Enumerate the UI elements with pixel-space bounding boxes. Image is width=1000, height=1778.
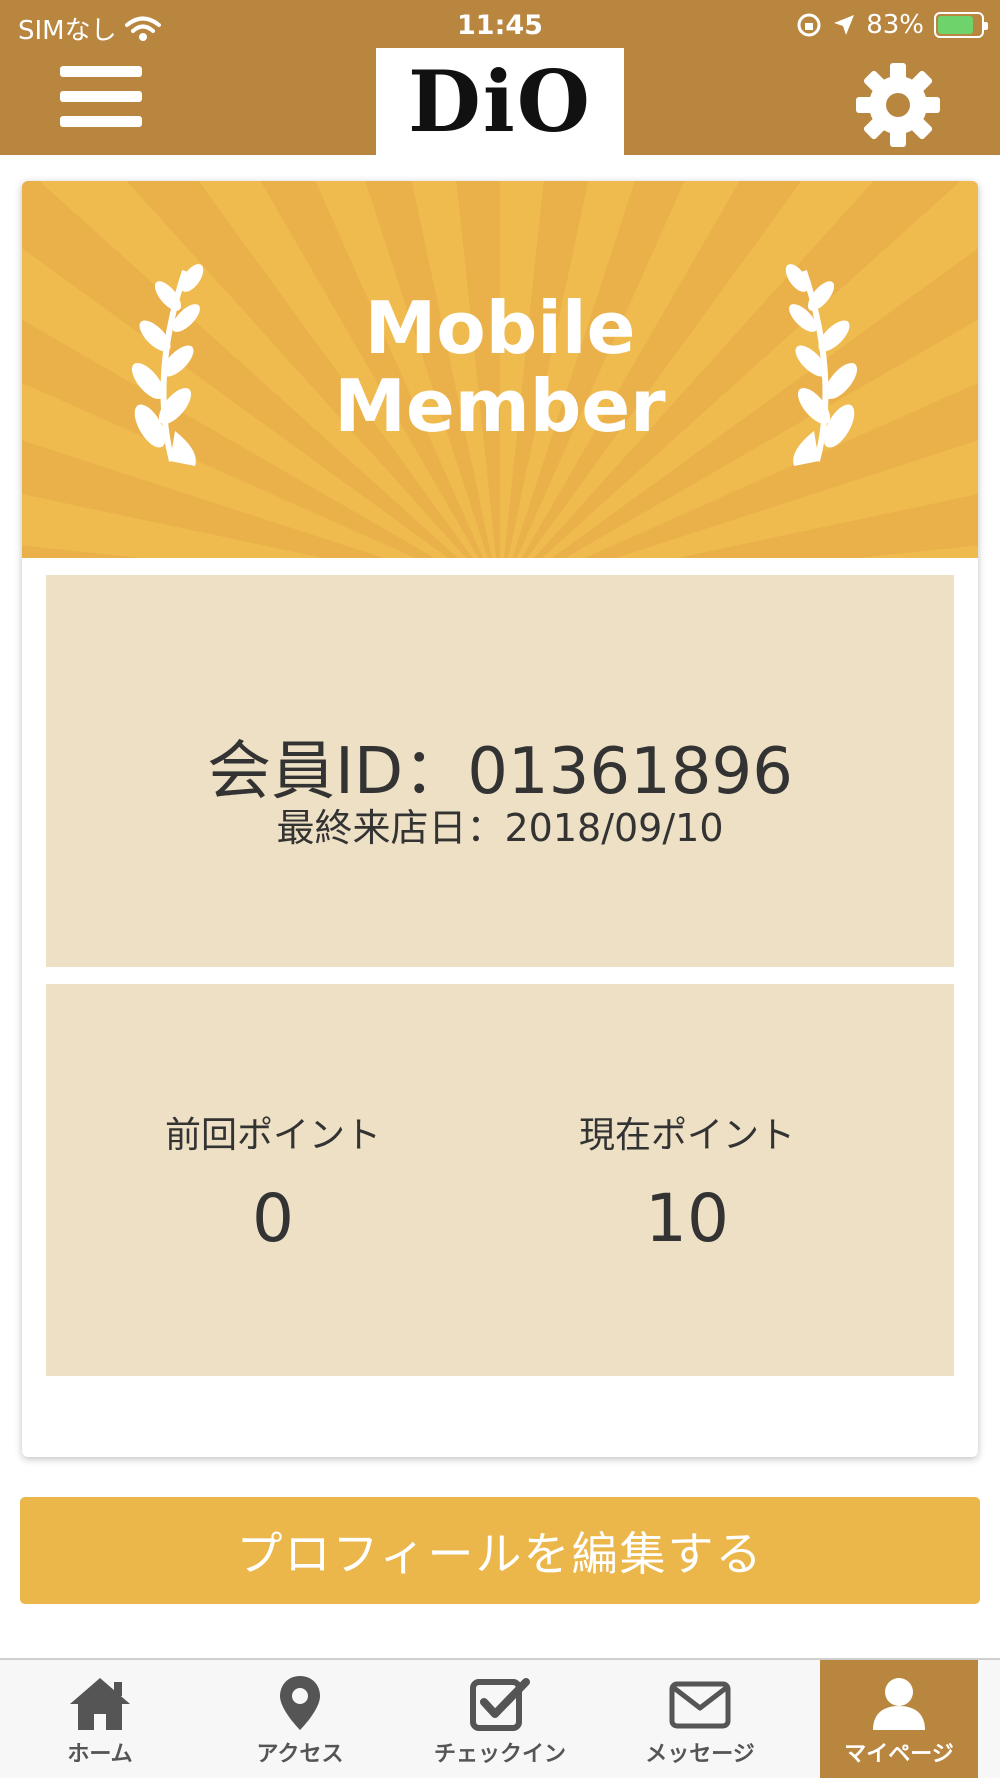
current-points: 現在ポイント 10 — [500, 1106, 874, 1257]
map-pin-icon — [280, 1676, 320, 1730]
member-card: Mobile Member 会員ID：01361896 最終来店日：2018/0… — [22, 181, 978, 1457]
tab-access-label: アクセス — [256, 1742, 344, 1767]
orientation-lock-icon — [797, 13, 821, 37]
member-id-panel: 会員ID：01361896 最終来店日：2018/09/10 — [46, 575, 954, 967]
battery-level-fill — [938, 16, 973, 34]
tab-home-label: ホーム — [67, 1742, 133, 1767]
tab-home[interactable]: ホーム — [0, 1660, 200, 1778]
tab-access[interactable]: アクセス — [200, 1660, 400, 1778]
tab-checkin[interactable]: チェックイン — [400, 1660, 600, 1778]
tab-mypage[interactable]: マイページ — [820, 1660, 978, 1778]
battery-percent: 83% — [866, 10, 924, 40]
current-points-value: 10 — [645, 1180, 729, 1257]
battery-icon — [934, 12, 988, 38]
tab-checkin-label: チェックイン — [433, 1742, 566, 1767]
app-header: SIMなし 11:45 83% DiO — [0, 0, 1000, 155]
bottom-tab-bar: ホーム アクセス チェックイン メッセージ マイページ — [0, 1658, 1000, 1778]
points-panel: 前回ポイント 0 現在ポイント 10 — [46, 984, 954, 1376]
gear-icon[interactable] — [855, 62, 941, 148]
checkbox-icon — [470, 1678, 530, 1731]
location-arrow-icon — [834, 15, 855, 35]
tab-message-label: メッセージ — [645, 1742, 755, 1767]
logo-text: DiO — [408, 52, 592, 151]
status-right: 83% — [796, 10, 988, 40]
mobile-member-banner: Mobile Member — [22, 181, 978, 558]
battery-cap — [984, 22, 988, 30]
home-icon — [70, 1678, 130, 1730]
envelope-icon — [669, 1681, 731, 1729]
laurel-right-icon — [785, 264, 858, 466]
app-logo: DiO — [376, 48, 624, 155]
previous-points-value: 0 — [252, 1180, 294, 1257]
previous-points-label: 前回ポイント — [164, 1115, 381, 1156]
tab-mypage-label: マイページ — [844, 1742, 954, 1767]
previous-points: 前回ポイント 0 — [46, 1106, 500, 1257]
user-icon — [873, 1678, 925, 1730]
hamburger-menu-icon[interactable] — [60, 66, 142, 138]
edit-profile-button[interactable]: プロフィールを編集する — [20, 1497, 980, 1604]
tab-message[interactable]: メッセージ — [600, 1660, 800, 1778]
last-visit-date: 最終来店日：2018/09/10 — [276, 806, 724, 850]
status-bar: SIMなし 11:45 83% — [0, 0, 1000, 50]
current-points-label: 現在ポイント — [578, 1115, 795, 1156]
